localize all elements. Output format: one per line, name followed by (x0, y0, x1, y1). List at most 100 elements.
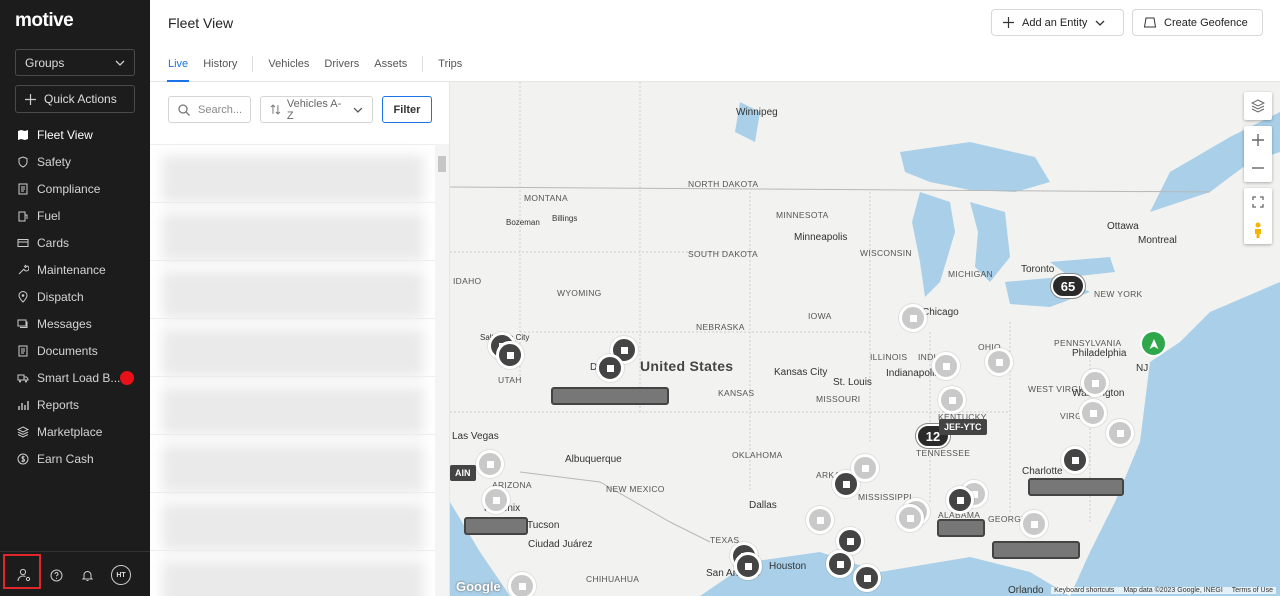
sidebar-item-marketplace[interactable]: Marketplace (0, 418, 150, 445)
list-item[interactable] (150, 203, 436, 261)
add-entity-button[interactable]: Add an Entity (991, 9, 1124, 36)
sidebar-item-dispatch[interactable]: Dispatch (0, 283, 150, 310)
terms-link[interactable]: Terms of Use (1232, 587, 1273, 594)
map-state-label: WISCONSIN (860, 248, 912, 258)
vehicle-marker[interactable] (1079, 399, 1107, 427)
map-layers-button[interactable] (1244, 92, 1272, 120)
map-state-label: MICHIGAN (948, 269, 993, 279)
sort-dropdown[interactable]: Vehicles A-Z (260, 96, 373, 123)
redacted-vehicle-label[interactable] (551, 387, 669, 405)
vehicle-marker[interactable] (1020, 510, 1048, 538)
vehicle-marker[interactable] (806, 506, 834, 534)
fullscreen-button[interactable] (1244, 188, 1272, 216)
map-icon (18, 129, 28, 140)
vehicle-marker[interactable] (938, 386, 966, 414)
google-logo: Google (456, 579, 501, 594)
vehicle-marker[interactable] (899, 304, 927, 332)
tab-drivers[interactable]: Drivers (324, 58, 359, 70)
redacted-row-content (162, 503, 424, 551)
plus-icon (25, 93, 36, 105)
sidebar-item-fleet-view[interactable]: Fleet View (0, 121, 150, 148)
vehicle-marker[interactable] (1061, 446, 1089, 474)
vehicle-marker[interactable] (496, 341, 524, 369)
map-state-label: MISSOURI (816, 394, 861, 404)
groups-dropdown[interactable]: Groups (15, 49, 135, 76)
sidebar-item-messages[interactable]: Messages (0, 310, 150, 337)
create-geofence-button[interactable]: Create Geofence (1132, 9, 1263, 36)
tab-assets[interactable]: Assets (374, 58, 407, 70)
moving-vehicle-marker[interactable] (1140, 330, 1167, 357)
scrollbar-thumb[interactable] (438, 156, 446, 172)
list-item[interactable] (150, 319, 436, 377)
vehicle-marker[interactable] (482, 486, 510, 514)
vehicle-label[interactable]: AIN (450, 465, 476, 481)
vehicle-marker[interactable] (946, 486, 974, 514)
vehicle-marker[interactable] (1081, 369, 1109, 397)
vehicle-marker[interactable] (851, 454, 879, 482)
keyboard-shortcuts-link[interactable]: Keyboard shortcuts (1054, 587, 1114, 594)
vehicle-marker[interactable] (476, 450, 504, 478)
sidebar-item-fuel[interactable]: Fuel (0, 202, 150, 229)
tab-history[interactable]: History (203, 58, 237, 70)
redacted-vehicle-label[interactable] (464, 517, 528, 535)
vehicle-marker[interactable] (508, 572, 536, 596)
vehicle-marker[interactable] (826, 550, 854, 578)
vehicle-label[interactable]: JEF-YTC (939, 419, 987, 435)
tab-vehicles[interactable]: Vehicles (268, 58, 309, 70)
vehicle-marker[interactable] (932, 352, 960, 380)
plus-icon (1252, 134, 1264, 146)
vehicle-list-panel: Search... Vehicles A-Z Filter (150, 82, 450, 596)
sidebar-item-safety[interactable]: Safety (0, 148, 150, 175)
avatar[interactable]: HT (111, 565, 131, 585)
tab-divider (422, 56, 424, 72)
motive-logo[interactable]: motive (15, 10, 74, 32)
chevron-down-icon (115, 60, 125, 66)
redacted-row-content (162, 155, 424, 203)
vehicle-marker[interactable] (596, 354, 624, 382)
vehicle-marker[interactable] (853, 564, 881, 592)
search-input[interactable]: Search... (168, 96, 251, 123)
sidebar-item-smart-load-board[interactable]: Smart Load B... (0, 364, 150, 391)
sidebar-item-documents[interactable]: Documents (0, 337, 150, 364)
tab-live[interactable]: Live (166, 58, 190, 82)
sidebar-item-cards[interactable]: Cards (0, 229, 150, 256)
redacted-vehicle-label[interactable] (1028, 478, 1124, 496)
list-item[interactable] (150, 261, 436, 319)
geofence-icon (1144, 17, 1156, 28)
fleet-map[interactable]: Winnipeg MONTANA NORTH DAKOTA SOUTH DAKO… (450, 82, 1280, 596)
bell-icon[interactable] (78, 566, 96, 584)
map-state-label: CHIHUAHUA (586, 574, 640, 584)
vehicle-marker[interactable] (985, 348, 1013, 376)
vehicle-marker[interactable] (1106, 419, 1134, 447)
sidebar-item-earn-cash[interactable]: Earn Cash (0, 445, 150, 472)
map-city-label: Toronto (1021, 264, 1055, 275)
zoom-out-button[interactable] (1244, 154, 1272, 182)
vehicle-cluster[interactable]: 65 (1051, 274, 1085, 298)
redacted-vehicle-label[interactable] (937, 519, 985, 537)
list-scrollbar[interactable] (435, 144, 449, 596)
pin-icon (18, 290, 28, 303)
sidebar-item-compliance[interactable]: Compliance (0, 175, 150, 202)
tab-trips[interactable]: Trips (438, 58, 462, 70)
map-state-label: TENNESSEE (916, 448, 971, 458)
help-icon[interactable] (47, 566, 65, 584)
map-state-label: NEW MEXICO (606, 484, 665, 494)
list-item[interactable] (150, 551, 436, 596)
vehicle-marker[interactable] (896, 504, 924, 532)
list-item[interactable] (150, 145, 436, 203)
street-view-button[interactable] (1244, 216, 1272, 244)
redacted-vehicle-label[interactable] (992, 541, 1080, 559)
filter-button[interactable]: Filter (382, 96, 432, 123)
vehicle-marker[interactable] (734, 552, 762, 580)
sidebar-item-label: Cards (37, 235, 70, 250)
redacted-row-content (162, 213, 424, 261)
list-item[interactable] (150, 493, 436, 551)
list-item[interactable] (150, 377, 436, 435)
user-settings-icon[interactable] (15, 566, 33, 584)
sidebar-item-label: Maintenance (37, 262, 106, 277)
sidebar-item-reports[interactable]: Reports (0, 391, 150, 418)
quick-actions-button[interactable]: Quick Actions (15, 85, 135, 113)
zoom-in-button[interactable] (1244, 126, 1272, 154)
sidebar-item-maintenance[interactable]: Maintenance (0, 256, 150, 283)
list-item[interactable] (150, 435, 436, 493)
